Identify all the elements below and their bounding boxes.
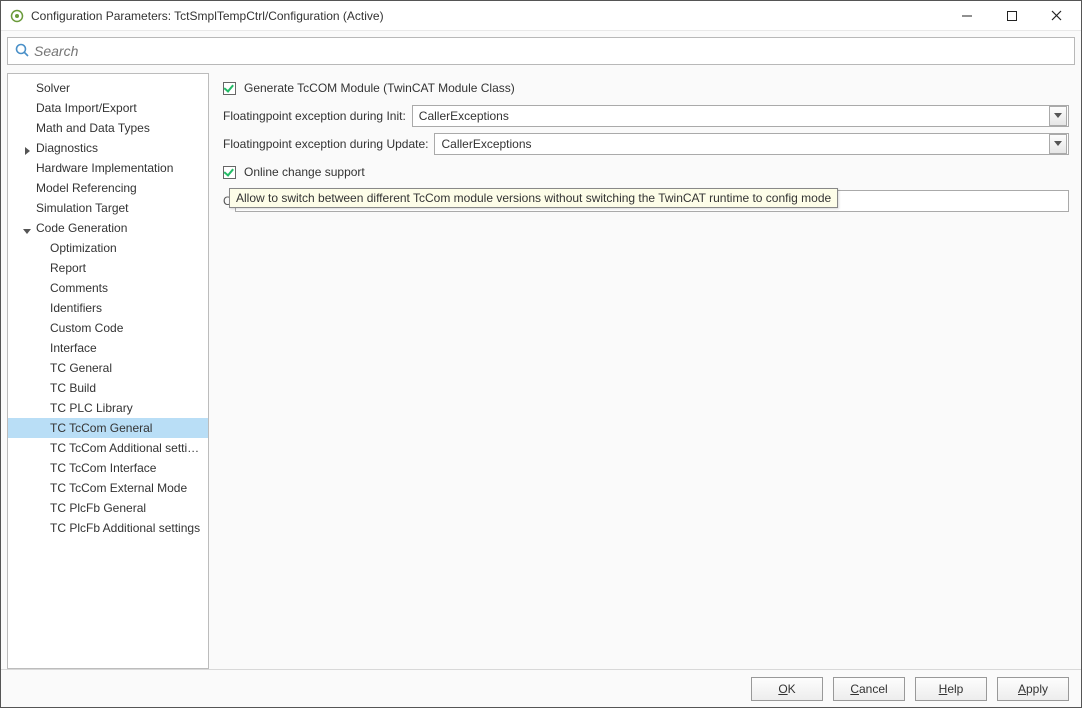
minimize-button[interactable] [944,2,989,30]
generate-tccom-checkbox[interactable] [223,82,236,95]
sidebar-item-label: Report [50,261,86,275]
content-panel: Generate TcCOM Module (TwinCAT Module Cl… [219,73,1075,669]
sidebar-item[interactable]: Simulation Target [8,198,208,218]
apply-button[interactable]: Apply [997,677,1069,701]
search-input[interactable] [30,42,1068,60]
footer: OK Cancel Help Apply [1,669,1081,707]
sidebar-item[interactable]: Identifiers [8,298,208,318]
sidebar-item-label: Diagnostics [36,141,98,155]
ok-text: K [788,682,796,696]
sidebar-item[interactable]: TC General [8,358,208,378]
sidebar-item[interactable]: Solver [8,78,208,98]
online-change-tooltip: Allow to switch between different TcCom … [229,188,838,208]
row-online-change: Online change support [219,161,1075,183]
sidebar-item-label: Hardware Implementation [36,161,173,175]
sidebar-item[interactable]: TC Build [8,378,208,398]
fp-update-select[interactable]: CallerExceptions [434,133,1069,155]
sidebar-tree[interactable]: Solver Data Import/Export Math and Data Ty… [7,73,209,669]
sidebar-item[interactable]: Data Import/Export [8,98,208,118]
sidebar-item[interactable]: Hardware Implementation [8,158,208,178]
sidebar-item[interactable]: Diagnostics [8,138,208,158]
fp-update-label: Floatingpoint exception during Update: [223,137,428,151]
sidebar-item-label: TC TcCom External Mode [50,481,187,495]
sidebar-item-label: TC TcCom Interface [50,461,156,475]
help-button[interactable]: Help [915,677,987,701]
row-extra-select: C Allow to switch between different TcCo… [219,189,1075,213]
window: Configuration Parameters: TctSmplTempCtr… [0,0,1082,708]
sidebar-item-label: Custom Code [50,321,123,335]
sidebar-item[interactable]: Math and Data Types [8,118,208,138]
chevron-down-icon [1049,134,1067,154]
close-button[interactable] [1034,2,1079,30]
sidebar-item-label: Identifiers [50,301,102,315]
sidebar-item-label: Simulation Target [36,201,129,215]
sidebar-item-label: Solver [36,81,70,95]
sidebar-item-label: Data Import/Export [36,101,137,115]
sidebar-item[interactable]: Custom Code [8,318,208,338]
cancel-button[interactable]: Cancel [833,677,905,701]
sidebar-item-label: TC PlcFb General [50,501,146,515]
client-area: Solver Data Import/Export Math and Data Ty… [1,31,1081,669]
sidebar-item-label: TC TcCom General [50,421,152,435]
ok-button[interactable]: OK [751,677,823,701]
fp-init-label: Floatingpoint exception during Init: [223,109,406,123]
sidebar-item[interactable]: TC PlcFb Additional settings [8,518,208,538]
sidebar-item[interactable]: Code Generation [8,218,208,238]
sidebar-item-label: TC General [50,361,112,375]
fp-update-value: CallerExceptions [435,137,1049,151]
fp-init-value: CallerExceptions [413,109,1049,123]
sidebar-item-label: TC PlcFb Additional settings [50,521,200,535]
sidebar-item-label: Code Generation [36,221,127,235]
row-fp-update: Floatingpoint exception during Update: C… [219,133,1075,155]
sidebar-item-label: Optimization [50,241,117,255]
titlebar: Configuration Parameters: TctSmplTempCtr… [1,1,1081,31]
sidebar-item[interactable]: TC TcCom Additional setti… [8,438,208,458]
window-title: Configuration Parameters: TctSmplTempCtr… [31,9,944,23]
sidebar-item[interactable]: Report [8,258,208,278]
search-icon [14,42,30,61]
sidebar-item[interactable]: TC TcCom Interface [8,458,208,478]
fp-init-select[interactable]: CallerExceptions [412,105,1069,127]
generate-tccom-label: Generate TcCOM Module (TwinCAT Module Cl… [244,81,515,95]
sidebar-item[interactable]: Model Referencing [8,178,208,198]
sidebar-item-label: Interface [50,341,97,355]
sidebar-item[interactable]: TC TcCom External Mode [8,478,208,498]
sidebar-item-label: TC Build [50,381,96,395]
sidebar-item-label: TC PLC Library [50,401,133,415]
row-generate-tccom: Generate TcCOM Module (TwinCAT Module Cl… [219,77,1075,99]
sidebar-item-label: TC TcCom Additional setti… [50,441,199,455]
maximize-button[interactable] [989,2,1034,30]
sidebar-item[interactable]: TC PLC Library [8,398,208,418]
sidebar-item[interactable]: TC PlcFb General [8,498,208,518]
sidebar-item[interactable]: Interface [8,338,208,358]
sidebar-item[interactable]: Comments [8,278,208,298]
row-fp-init: Floatingpoint exception during Init: Cal… [219,105,1075,127]
sidebar-item-label: Math and Data Types [36,121,150,135]
online-change-checkbox[interactable] [223,166,236,179]
app-icon [9,8,25,24]
sidebar-item-label: Comments [50,281,108,295]
caret-down-icon [22,222,32,238]
caret-right-icon [22,142,32,158]
sidebar-item[interactable]: Optimization [8,238,208,258]
online-change-label: Online change support [244,165,365,179]
body: Solver Data Import/Export Math and Data Ty… [7,73,1075,669]
search-box[interactable] [7,37,1075,65]
sidebar-item-label: Model Referencing [36,181,137,195]
sidebar-item[interactable]: TC TcCom General [8,418,208,438]
chevron-down-icon [1049,106,1067,126]
window-controls [944,2,1079,30]
